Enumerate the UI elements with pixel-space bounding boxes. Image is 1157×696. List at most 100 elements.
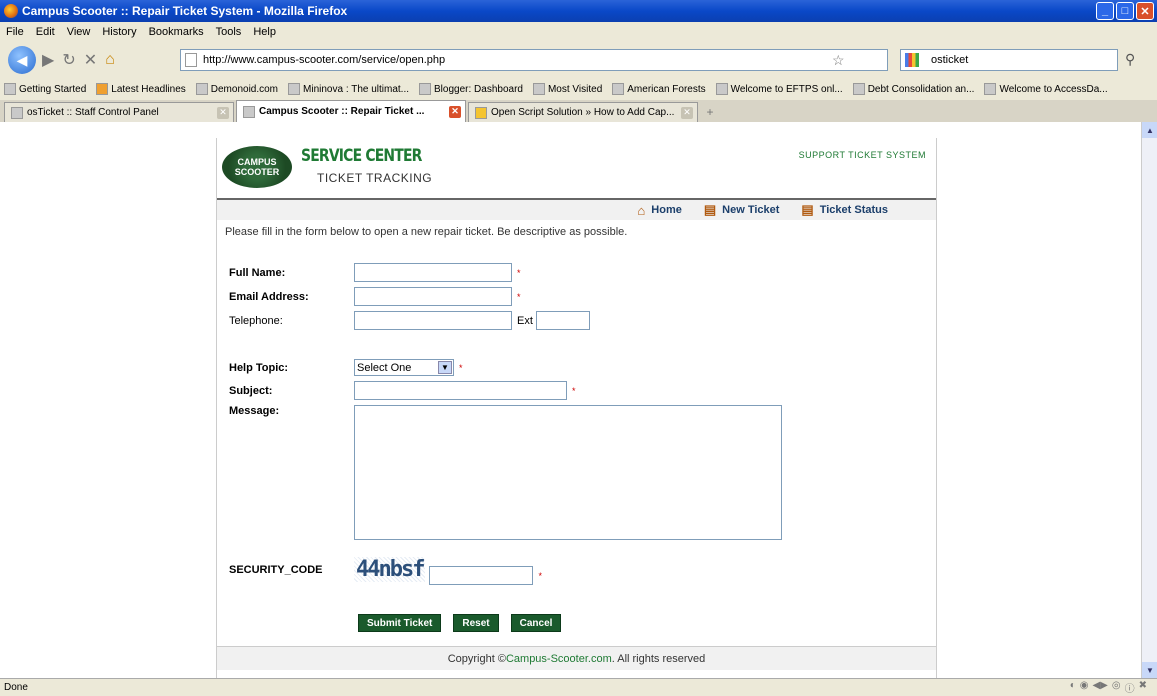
bookmark-item[interactable]: Mininova : The ultimat... (288, 83, 409, 95)
maximize-button[interactable]: □ (1116, 2, 1134, 20)
page-icon (185, 53, 197, 67)
message-textarea[interactable] (354, 405, 782, 540)
page-nav: ⌂ Home ▤ New Ticket ▤ Ticket Status (217, 198, 936, 220)
menu-file[interactable]: File (6, 26, 24, 38)
bookmark-item[interactable]: Demonoid.com (195, 83, 278, 95)
menu-edit[interactable]: Edit (36, 26, 55, 38)
addon-icon[interactable]: ◎ (1112, 680, 1121, 695)
home-icon: ⌂ (637, 202, 646, 218)
url-bar[interactable]: http://www.campus-scooter.com/service/op… (180, 49, 888, 71)
close-tab-icon[interactable]: ✕ (449, 105, 461, 118)
bookmark-icon (852, 83, 865, 95)
close-window-button[interactable]: ✕ (1136, 2, 1154, 20)
submit-ticket-button[interactable]: Submit Ticket (358, 614, 442, 632)
search-box[interactable]: osticket (900, 49, 1118, 71)
stop-icon[interactable]: ✕ (84, 50, 97, 70)
tab-campus-scooter[interactable]: Campus Scooter :: Repair Ticket ... ✕ (236, 100, 466, 122)
page-icon (11, 106, 23, 119)
bulb-icon (475, 106, 487, 119)
scroll-up-icon[interactable]: ▲ (1142, 122, 1157, 138)
forward-icon[interactable]: ▶ (42, 50, 54, 70)
page-viewport: CAMPUS SCOOTER SERVICE CENTER TICKET TRA… (0, 122, 1141, 678)
menu-history[interactable]: History (102, 26, 136, 38)
ext-input[interactable] (535, 311, 590, 330)
tab-ostickets[interactable]: osTicket :: Staff Control Panel ✕ (4, 102, 234, 122)
menu-bar: File Edit View History Bookmarks Tools H… (0, 22, 1157, 42)
campus-scooter-logo[interactable]: CAMPUS SCOOTER (222, 146, 292, 188)
bookmark-item[interactable]: American Forests (612, 83, 706, 95)
menu-help[interactable]: Help (253, 26, 276, 38)
topic-row: Help Topic: Select One ▼ * (229, 359, 463, 376)
bookmark-item[interactable]: Blogger: Dashboard (419, 83, 523, 95)
tab-open-script[interactable]: Open Script Solution » How to Add Cap...… (468, 102, 698, 122)
url-text: http://www.campus-scooter.com/service/op… (203, 54, 446, 66)
bookmark-icon (532, 83, 545, 95)
minimize-button[interactable]: _ (1096, 2, 1114, 20)
bookmark-icon (612, 83, 625, 95)
rss-icon (96, 83, 109, 95)
vertical-scrollbar[interactable]: ▲ ▼ (1141, 122, 1157, 678)
menu-view[interactable]: View (67, 26, 91, 38)
bookmark-item[interactable]: Debt Consolidation an... (852, 83, 974, 95)
phone-input[interactable] (354, 311, 512, 330)
reset-button[interactable]: Reset (453, 614, 499, 632)
media-controls-icon[interactable]: ◀▶ (1092, 680, 1107, 695)
help-topic-select[interactable]: Select One ▼ (354, 359, 454, 376)
bookmark-item[interactable]: Most Visited (532, 83, 602, 95)
addon-icon[interactable]: ◐ (1070, 680, 1076, 695)
subject-label: Subject: (229, 384, 273, 397)
brand-title: SERVICE CENTER (301, 146, 422, 166)
addon-icon[interactable]: ✖ (1139, 680, 1147, 695)
addon-icon[interactable]: ◉ (1080, 680, 1089, 695)
required-mark: * (572, 385, 576, 396)
status-bar: Done ◐ ◉ ◀▶ ◎ ⓘ ✖ (0, 678, 1157, 696)
menu-tools[interactable]: Tools (216, 26, 242, 38)
back-button[interactable]: ◀ (8, 46, 36, 74)
bookmark-item[interactable]: Welcome to EFTPS onl... (715, 83, 843, 95)
security-row: SECURITY_CODE 44nbsf * (229, 554, 542, 585)
bookmark-icon (984, 83, 997, 95)
scroll-down-icon[interactable]: ▼ (1142, 662, 1157, 678)
required-mark: * (459, 362, 463, 373)
firefox-icon (4, 4, 18, 18)
page-header: CAMPUS SCOOTER SERVICE CENTER TICKET TRA… (217, 138, 936, 198)
full-name-input[interactable] (354, 263, 512, 282)
search-magnifier-icon[interactable]: ⚲ (1125, 51, 1135, 68)
new-tab-button[interactable]: + (700, 102, 720, 122)
cancel-button[interactable]: Cancel (510, 614, 562, 632)
page-footer: Copyright © Campus-Scooter.com . All rig… (217, 646, 936, 670)
copyright-prefix: Copyright © (447, 652, 506, 665)
security-label: SECURITY_CODE (229, 563, 323, 576)
bookmark-item[interactable]: Welcome to AccessDa... (984, 83, 1108, 95)
google-icon (905, 53, 919, 67)
ticket-page: CAMPUS SCOOTER SERVICE CENTER TICKET TRA… (216, 138, 937, 678)
status-addon-icons: ◐ ◉ ◀▶ ◎ ⓘ ✖ (1070, 680, 1147, 695)
nav-ticket-status-link[interactable]: ▤ Ticket Status (801, 202, 888, 218)
subject-input[interactable] (354, 381, 567, 400)
menu-bookmarks[interactable]: Bookmarks (149, 26, 204, 38)
reload-icon[interactable]: ↻ (62, 50, 75, 70)
copyright-suffix: . All rights reserved (611, 652, 706, 665)
nav-new-ticket-link[interactable]: ▤ New Ticket (704, 202, 780, 218)
bookmark-icon (288, 83, 301, 95)
copyright-link[interactable]: Campus-Scooter.com (506, 653, 612, 665)
captcha-image: 44nbsf (354, 557, 425, 582)
subject-row: Subject: * (229, 381, 576, 400)
bookmark-item[interactable]: Getting Started (4, 83, 86, 95)
home-icon[interactable]: ⌂ (105, 51, 115, 69)
status-text: Done (4, 682, 28, 693)
nav-home-link[interactable]: ⌂ Home (637, 203, 681, 218)
addon-icon[interactable]: ⓘ (1125, 680, 1135, 695)
bookmark-item[interactable]: Latest Headlines (96, 83, 186, 95)
full-name-label: Full Name: (229, 266, 286, 279)
bookmark-star-icon[interactable]: ☆ (832, 52, 845, 69)
close-tab-icon[interactable]: ✕ (217, 106, 229, 119)
chevron-down-icon: ▼ (438, 361, 452, 374)
message-row: Message: (229, 405, 782, 540)
full-name-row: Full Name: * (229, 263, 521, 282)
email-input[interactable] (354, 287, 512, 306)
close-tab-icon[interactable]: ✕ (681, 106, 693, 119)
page-icon (243, 105, 255, 118)
email-row: Email Address: * (229, 287, 521, 306)
security-code-input[interactable] (429, 566, 534, 585)
